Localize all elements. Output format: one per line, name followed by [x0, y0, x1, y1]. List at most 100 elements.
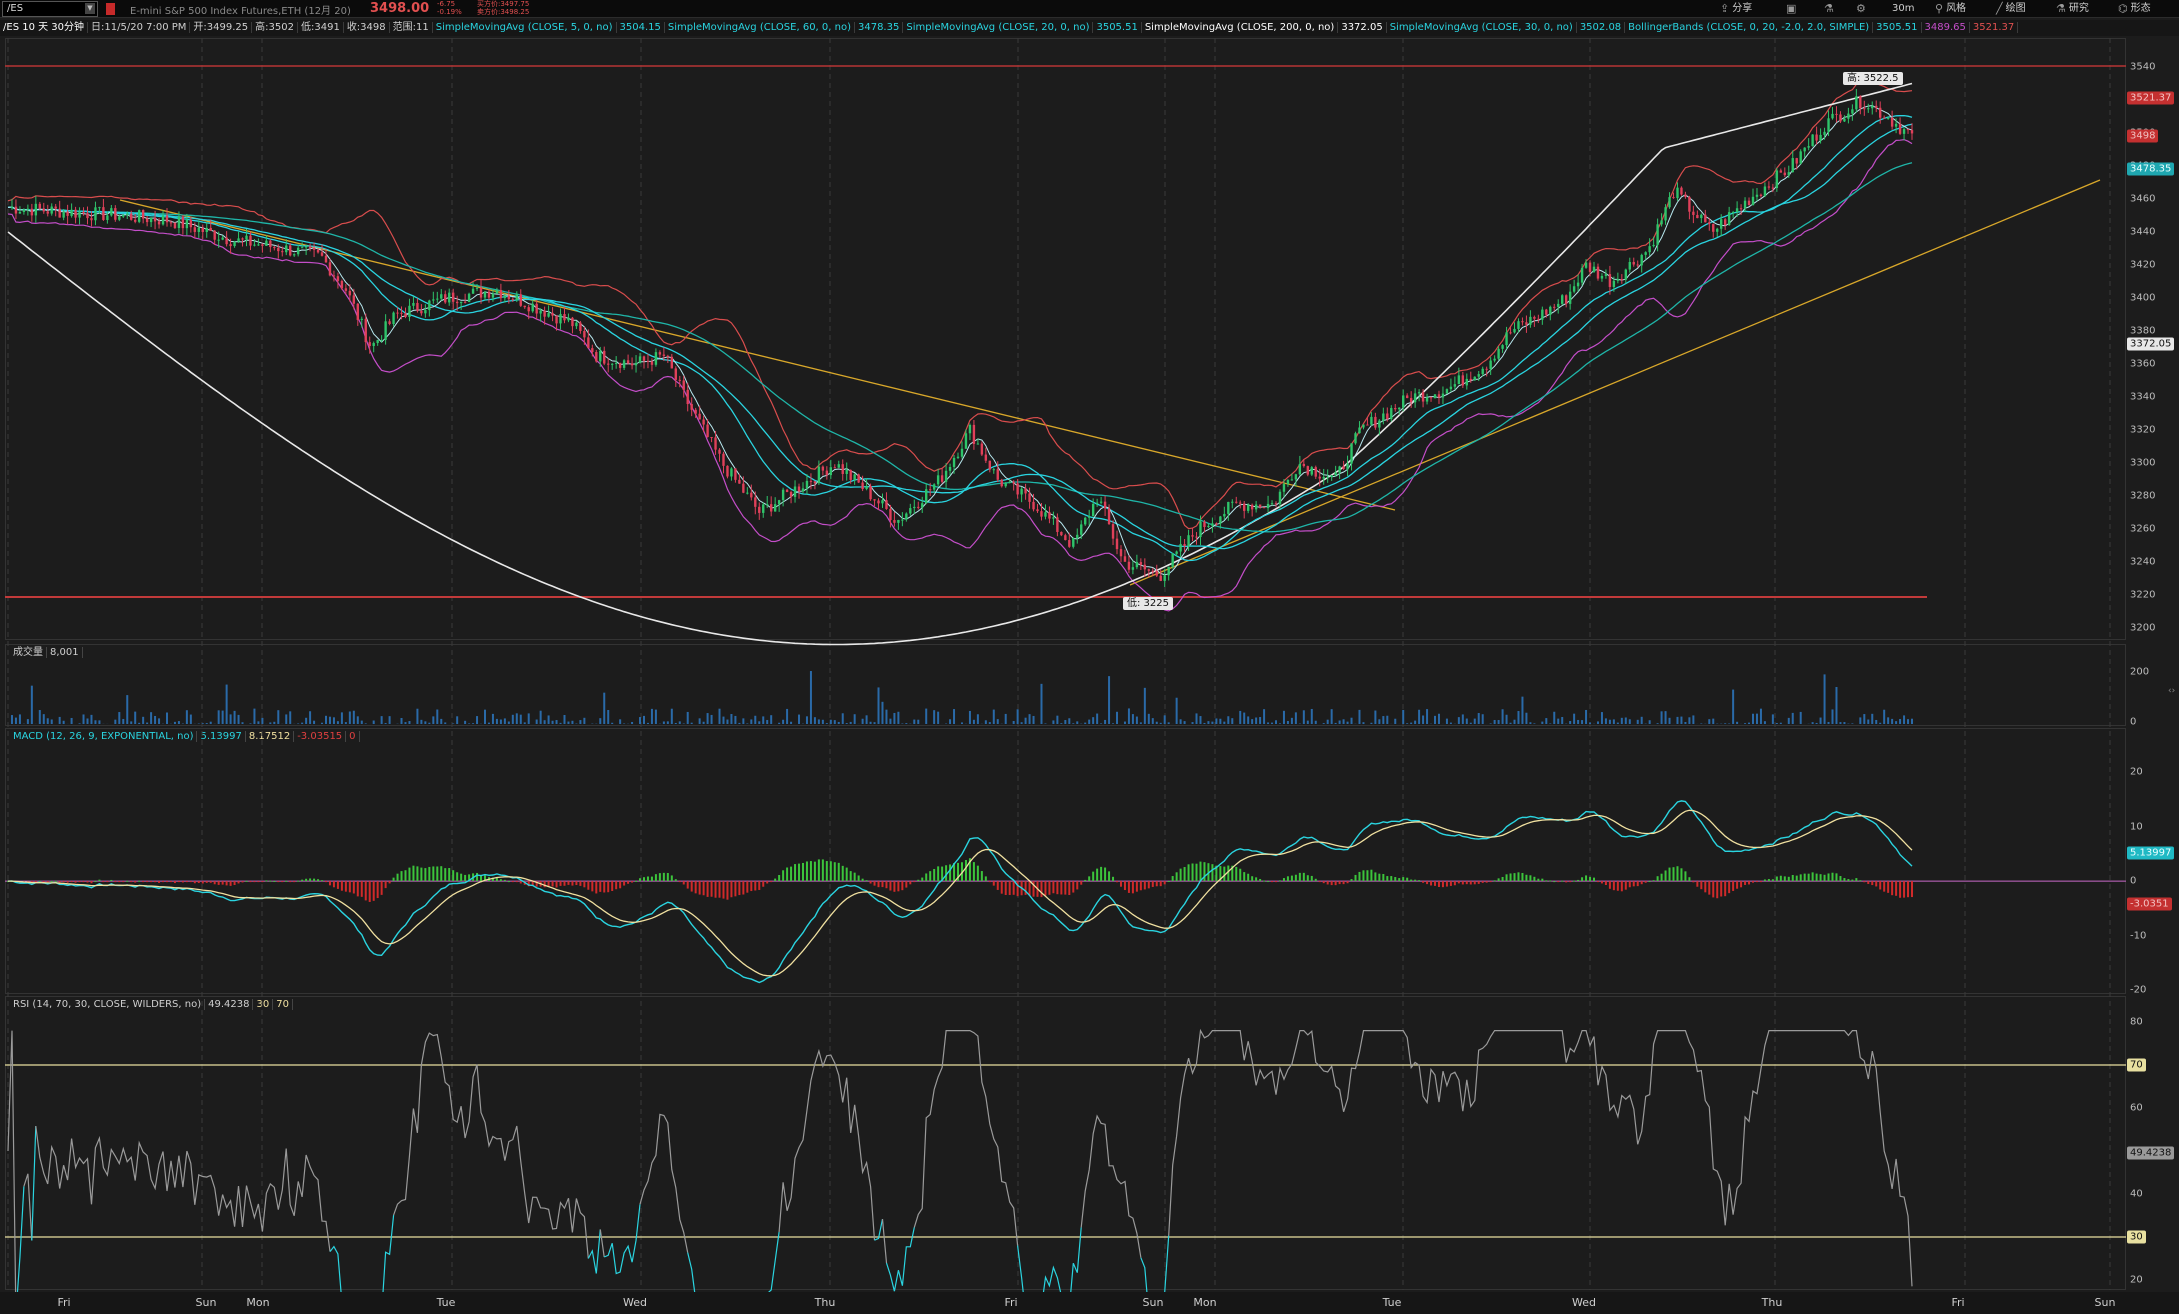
macd-histogram-bar — [861, 878, 864, 882]
candle-body — [829, 467, 833, 476]
candle-body — [1246, 504, 1250, 511]
candle-body — [1835, 113, 1838, 115]
candle-body — [1135, 562, 1139, 568]
macd-histogram-bar — [1493, 880, 1496, 882]
candle-body — [1131, 567, 1135, 570]
macd-histogram-bar — [122, 881, 125, 883]
candle-body — [1012, 481, 1015, 484]
macd-histogram-bar — [1155, 881, 1158, 887]
macd-histogram-bar — [1640, 881, 1643, 885]
volume-bar — [1278, 723, 1281, 724]
macd-histogram-bar — [937, 866, 940, 882]
macd-histogram-bar — [1294, 874, 1297, 882]
volume-bar — [18, 714, 21, 724]
candle-body — [571, 317, 574, 327]
volume-bar — [1596, 721, 1599, 724]
volume-bar — [1068, 718, 1071, 724]
macd-histogram-bar — [567, 881, 570, 885]
candle-body — [364, 318, 367, 343]
rsi-line — [587, 1229, 601, 1274]
volume-bar — [1286, 720, 1289, 724]
candle-body — [1485, 368, 1488, 370]
volume-bar — [158, 718, 161, 724]
volume-bar — [996, 719, 999, 724]
macd-histogram-bar — [336, 881, 339, 889]
volume-bar — [579, 720, 582, 724]
time-axis[interactable]: Fri Sun Mon Tue Wed Thu Fri Sun Mon Tue Wed Thu Fri S… — [0, 1292, 2179, 1314]
macd-histogram-bar — [1843, 878, 1846, 882]
candle-body — [1596, 266, 1600, 279]
macd-histogram-bar — [1211, 864, 1214, 882]
candle-body — [1020, 488, 1023, 495]
macd-histogram-bar — [734, 881, 737, 897]
candle-body — [658, 352, 662, 355]
volume-bar — [817, 719, 820, 724]
macd-histogram-bar — [420, 867, 423, 882]
volume-bar — [1907, 719, 1910, 724]
macd-histogram-bar — [1430, 881, 1433, 886]
volume-bar — [861, 718, 864, 724]
candle-body — [964, 433, 968, 449]
candle-body — [1759, 194, 1763, 196]
macd-histogram-bar — [297, 880, 300, 882]
macd-histogram-bar — [1879, 881, 1882, 890]
macd-histogram-bar — [976, 865, 979, 882]
candle-body — [1839, 114, 1842, 122]
candle-body — [1362, 424, 1365, 428]
rsi-line — [23, 1173, 33, 1241]
candle-body — [1477, 374, 1480, 377]
volume-bar — [1155, 721, 1158, 724]
macd-histogram-bar — [400, 871, 403, 882]
macd-histogram-bar — [1461, 881, 1464, 885]
volume-bar — [1620, 717, 1623, 724]
volume-bar — [261, 717, 264, 724]
candle-body — [1879, 107, 1882, 118]
bollinger-lower — [7, 138, 1913, 612]
volume-bar — [1899, 718, 1902, 724]
volume-bar — [352, 710, 355, 724]
candle-body — [424, 310, 427, 314]
macd-histogram-bar — [1752, 881, 1755, 883]
candle-body — [229, 244, 232, 247]
macd-histogram-bar — [1108, 871, 1111, 882]
macd-histogram-bar — [1891, 881, 1894, 896]
volume-bar — [165, 712, 168, 724]
volume-bar — [142, 716, 145, 724]
candle-body — [1151, 570, 1154, 572]
candle-body — [1223, 513, 1226, 517]
time-axis-label: Tue — [436, 1296, 456, 1309]
volume-bar — [1763, 721, 1766, 724]
macd-histogram-bar — [1740, 881, 1743, 888]
candle-body — [531, 303, 534, 312]
volume-bar — [1692, 715, 1695, 724]
macd-histogram-bar — [662, 872, 665, 882]
candle-body — [193, 227, 197, 232]
volume-bar — [1600, 712, 1603, 724]
volume-bar — [1290, 717, 1293, 724]
macd-histogram-bar — [301, 879, 304, 882]
macd-histogram-bar — [1827, 873, 1830, 882]
macd-histogram-bar — [1533, 876, 1536, 882]
macd-histogram-bar — [1771, 879, 1774, 882]
macd-histogram-bar — [1076, 881, 1079, 890]
candle-body — [1739, 208, 1743, 210]
macd-histogram-bar — [285, 880, 288, 882]
macd-histogram-bar — [1565, 881, 1568, 883]
candle-body — [1863, 108, 1866, 110]
volume-bar — [547, 715, 550, 724]
chart-canvas[interactable] — [0, 0, 2179, 1314]
candle-body — [710, 437, 713, 439]
macd-histogram-bar — [905, 881, 908, 888]
candle-body — [1612, 280, 1616, 287]
volume-bar — [1096, 713, 1099, 724]
candle-body — [734, 468, 737, 480]
candle-body — [511, 299, 515, 301]
macd-histogram-bar — [1044, 881, 1047, 896]
volume-bar — [503, 718, 506, 724]
candle-body — [348, 290, 352, 296]
volume-bar — [150, 712, 153, 724]
candle-body — [1282, 484, 1286, 492]
volume-bar — [953, 709, 956, 724]
macd-histogram-bar — [1386, 876, 1389, 882]
candle-body — [181, 216, 185, 229]
